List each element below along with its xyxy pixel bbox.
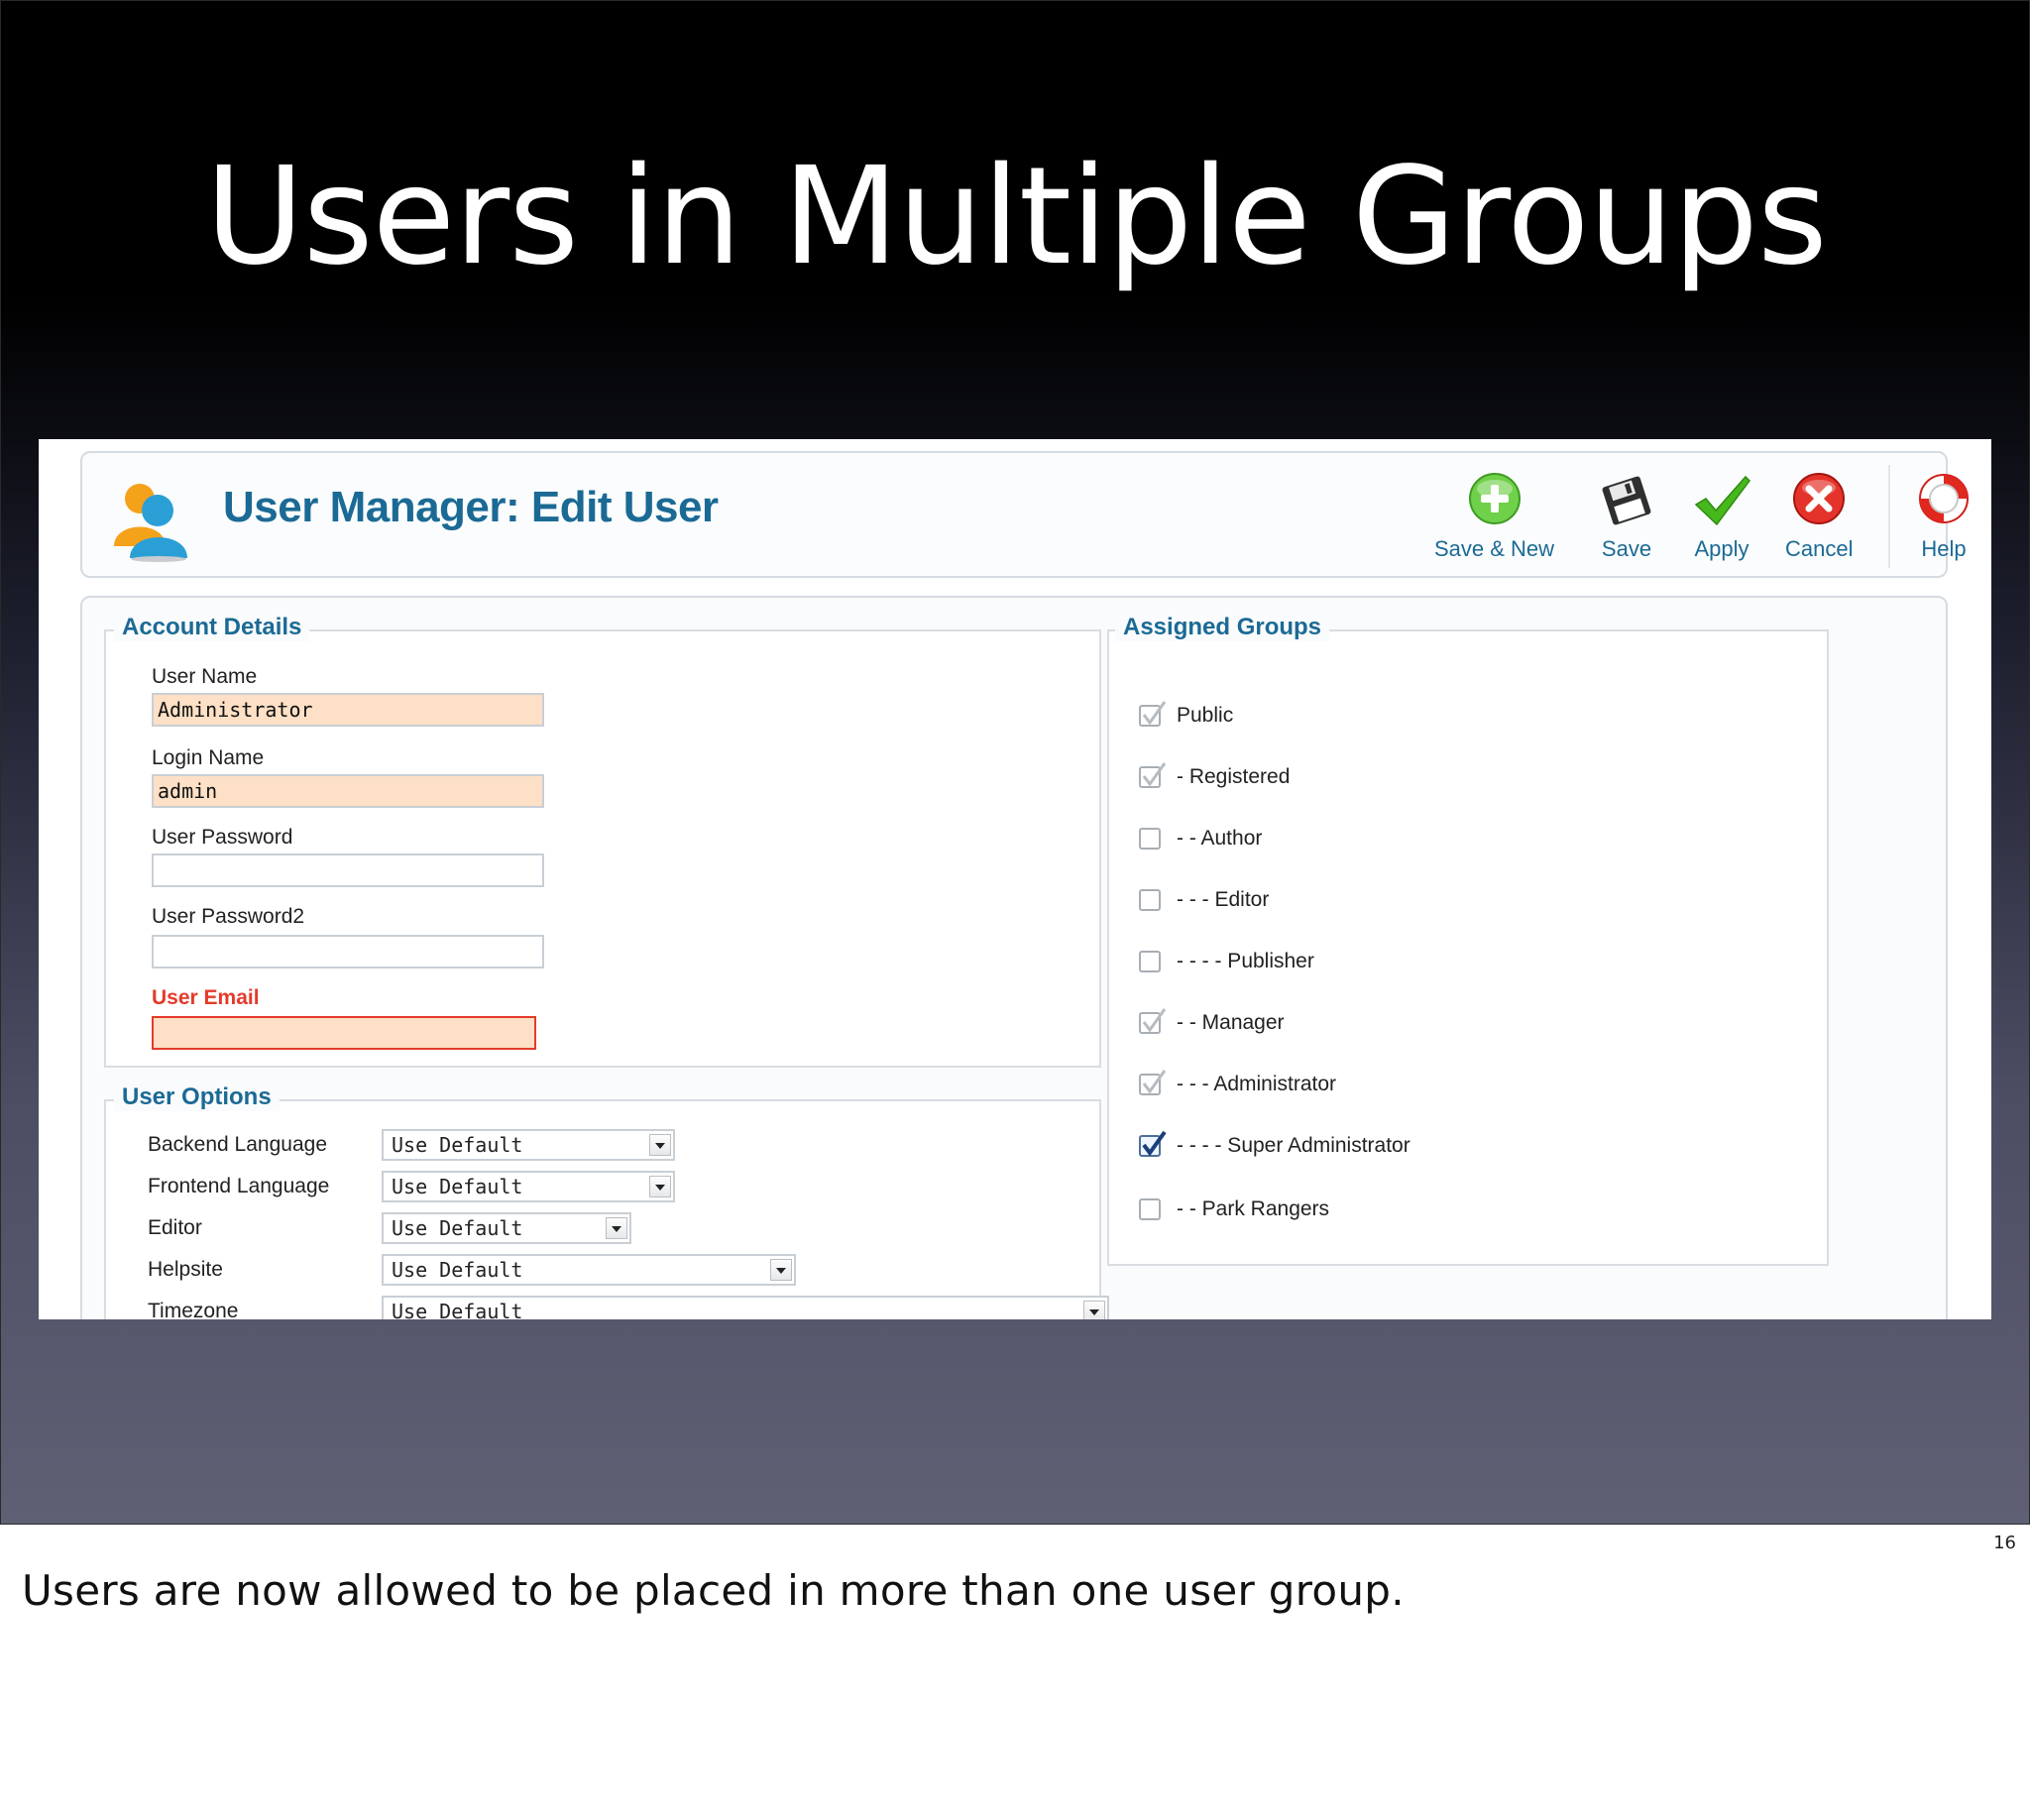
editor-value: Use Default [392,1216,523,1240]
assigned-groups-legend: Assigned Groups [1115,614,1330,641]
user-name-input[interactable]: Administrator [152,693,544,727]
check-icon [1142,762,1167,787]
chevron-down-icon [649,1134,671,1156]
chevron-down-icon [770,1259,792,1281]
chevron-down-icon [606,1217,627,1239]
group-manager-checkbox[interactable] [1139,1008,1167,1034]
user-password2-input[interactable] [152,935,544,968]
user-email-input[interactable] [152,1016,536,1050]
group-park-rangers-checkbox[interactable] [1139,1198,1161,1220]
page-title: User Manager: Edit User [223,483,719,531]
backend-language-select[interactable]: Use Default [382,1129,675,1161]
chevron-down-icon [1083,1301,1105,1319]
users-icon [114,484,187,562]
group-super-administrator-label: - - - - Super Administrator [1177,1134,1410,1157]
toolbar: User Manager: Edit User Save & New Save … [80,451,1969,578]
chevron-down-icon [649,1176,671,1197]
check-icon [1142,701,1167,726]
user-password2-label: User Password2 [152,905,305,928]
group-administrator-label: - - - Administrator [1177,1073,1337,1095]
check-icon [1142,1008,1167,1033]
group-manager[interactable]: - - Manager [1139,1008,1285,1038]
editor-label: Editor [148,1216,202,1239]
group-public-label: Public [1177,704,1234,727]
login-name-input[interactable]: admin [152,774,544,808]
floppy-disk-icon [1602,476,1651,525]
group-publisher-checkbox[interactable] [1139,951,1161,972]
speaker-notes: Users are now allowed to be placed in mo… [22,1566,1405,1615]
account-details-fieldset: Account Details User Name Administrator … [104,614,1101,1068]
save-and-new-label: Save & New [1434,536,1555,561]
lifebuoy-icon [1919,474,1969,523]
group-registered-checkbox[interactable] [1139,762,1167,788]
group-public[interactable]: Public [1139,701,1233,731]
check-icon [1142,1070,1167,1094]
group-super-administrator[interactable]: - - - - Super Administrator [1139,1130,1410,1161]
timezone-select[interactable]: Use Default [382,1296,1109,1319]
group-editor-checkbox[interactable] [1139,889,1161,911]
user-password-label: User Password [152,826,293,849]
group-administrator[interactable]: - - - Administrator [1139,1070,1336,1099]
apply-label: Apply [1694,536,1749,561]
user-options-fieldset: User Options Backend Language Use Defaul… [104,1083,1109,1319]
group-editor[interactable]: - - - Editor [1139,885,1269,915]
checkmark-icon [1694,475,1750,526]
backend-language-label: Backend Language [148,1133,327,1156]
apply-button[interactable]: Apply [1692,471,1751,562]
user-email-label: User Email [152,986,260,1009]
x-circle-icon [1793,473,1846,524]
slide: Users in Multiple Groups User Manager: E… [0,0,2030,1525]
frontend-language-label: Frontend Language [148,1175,330,1197]
cancel-label: Cancel [1785,536,1854,561]
group-author-label: - - Author [1177,827,1263,850]
group-editor-label: - - - Editor [1177,888,1270,911]
frontend-language-select[interactable]: Use Default [382,1171,675,1202]
save-button[interactable]: Save [1597,471,1656,562]
group-public-checkbox[interactable] [1139,701,1167,727]
group-registered[interactable]: - Registered [1139,762,1290,792]
cancel-button[interactable]: Cancel [1785,471,1853,562]
timezone-label: Timezone [148,1300,239,1319]
check-icon [1142,1130,1167,1157]
edit-user-form: Account Details User Name Administrator … [80,596,1948,1319]
login-name-label: Login Name [152,746,265,769]
frontend-language-value: Use Default [392,1175,523,1198]
group-super-administrator-checkbox[interactable] [1139,1130,1167,1157]
group-manager-label: - - Manager [1177,1011,1285,1034]
timezone-value: Use Default [392,1300,523,1319]
group-publisher-label: - - - - Publisher [1177,950,1314,972]
group-registered-label: - Registered [1177,765,1291,788]
help-label: Help [1921,536,1967,561]
user-password-input[interactable] [152,853,544,887]
user-name-label: User Name [152,665,258,688]
editor-select[interactable]: Use Default [382,1212,631,1244]
assigned-groups-fieldset: Assigned Groups Public - Registered - - … [1107,614,1829,1266]
help-button[interactable]: Help [1914,471,1974,562]
user-options-legend: User Options [114,1083,280,1111]
slide-number: 16 [1993,1533,2016,1553]
helpsite-value: Use Default [392,1258,523,1282]
helpsite-label: Helpsite [148,1258,223,1281]
screenshot-panel: User Manager: Edit User Save & New Save … [39,439,1991,1319]
save-and-new-button[interactable]: Save & New [1434,471,1554,562]
group-park-rangers[interactable]: - - Park Rangers [1139,1194,1329,1224]
group-administrator-checkbox[interactable] [1139,1070,1167,1095]
backend-language-value: Use Default [392,1133,523,1157]
plus-circle-icon [1468,473,1521,524]
group-author-checkbox[interactable] [1139,828,1161,850]
save-label: Save [1601,536,1652,561]
group-park-rangers-label: - - Park Rangers [1177,1197,1330,1220]
group-publisher[interactable]: - - - - Publisher [1139,947,1314,976]
account-details-legend: Account Details [114,614,310,641]
helpsite-select[interactable]: Use Default [382,1254,796,1286]
slide-title: Users in Multiple Groups [205,139,1828,295]
group-author[interactable]: - - Author [1139,824,1262,853]
toolbar-divider [1888,465,1890,568]
